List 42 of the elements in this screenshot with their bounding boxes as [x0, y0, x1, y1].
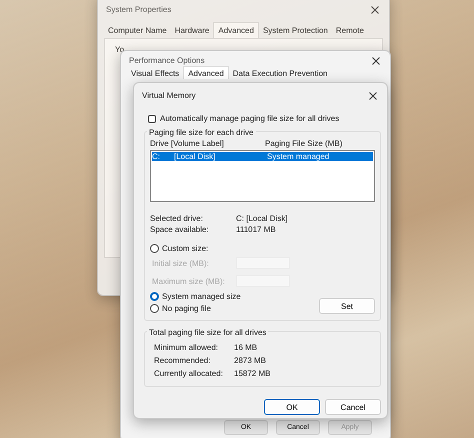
- radio-label[interactable]: No paging file: [162, 304, 211, 312]
- radio-label[interactable]: System managed size: [162, 292, 241, 300]
- group-label: Paging file size for each drive: [147, 128, 256, 137]
- checkbox[interactable]: [148, 114, 156, 122]
- field-label: Initial size (MB):: [152, 258, 210, 268]
- window-title: Virtual Memory: [142, 91, 196, 100]
- column-header: Drive [Volume Label]: [150, 139, 225, 148]
- tab[interactable]: Remote: [332, 22, 368, 38]
- dialog-button[interactable]: Cancel: [325, 399, 381, 415]
- info-label: Space available:: [150, 225, 210, 234]
- info-label: Currently allocated:: [154, 369, 224, 378]
- info-label: Recommended:: [154, 356, 212, 365]
- dialog-button[interactable]: OK: [264, 399, 320, 415]
- group-label: Total paging file size for all drives: [147, 328, 268, 337]
- close-icon[interactable]: [369, 92, 377, 100]
- tab[interactable]: Computer Name: [104, 22, 171, 38]
- close-icon[interactable]: [372, 56, 380, 64]
- column-header: Paging File Size (MB): [265, 139, 342, 148]
- radio-button[interactable]: [150, 304, 159, 312]
- info-value: 111017 MB: [236, 225, 277, 234]
- drive-row[interactable]: C: [Local Disk] System managed: [152, 152, 373, 161]
- info-label: Minimum allowed:: [154, 343, 220, 352]
- info-label: Selected drive:: [150, 214, 204, 223]
- info-value: 16 MB: [234, 343, 258, 352]
- info-value: 15872 MB: [234, 369, 272, 378]
- tab[interactable]: Data Execution Prevention: [228, 66, 332, 79]
- field-label: Maximum size (MB):: [152, 276, 226, 286]
- set-button[interactable]: Set: [319, 298, 375, 314]
- tab[interactable]: Advanced: [183, 66, 229, 79]
- tab[interactable]: Visual Effects: [127, 66, 184, 79]
- info-value: 2873 MB: [234, 356, 268, 365]
- info-value: C: [Local Disk]: [236, 214, 289, 223]
- window-title: Performance Options: [129, 56, 205, 65]
- close-icon[interactable]: [371, 6, 379, 14]
- tab[interactable]: System Protection: [258, 22, 332, 38]
- radio-button[interactable]: [150, 292, 159, 300]
- tab[interactable]: Hardware: [170, 22, 214, 38]
- window-title: System Properties: [106, 5, 172, 14]
- radio-label[interactable]: Custom size:: [162, 244, 208, 252]
- checkbox-label[interactable]: Automatically manage paging file size for all drives: [160, 114, 340, 123]
- radio-button[interactable]: [150, 244, 159, 252]
- tab[interactable]: Advanced: [213, 22, 259, 38]
